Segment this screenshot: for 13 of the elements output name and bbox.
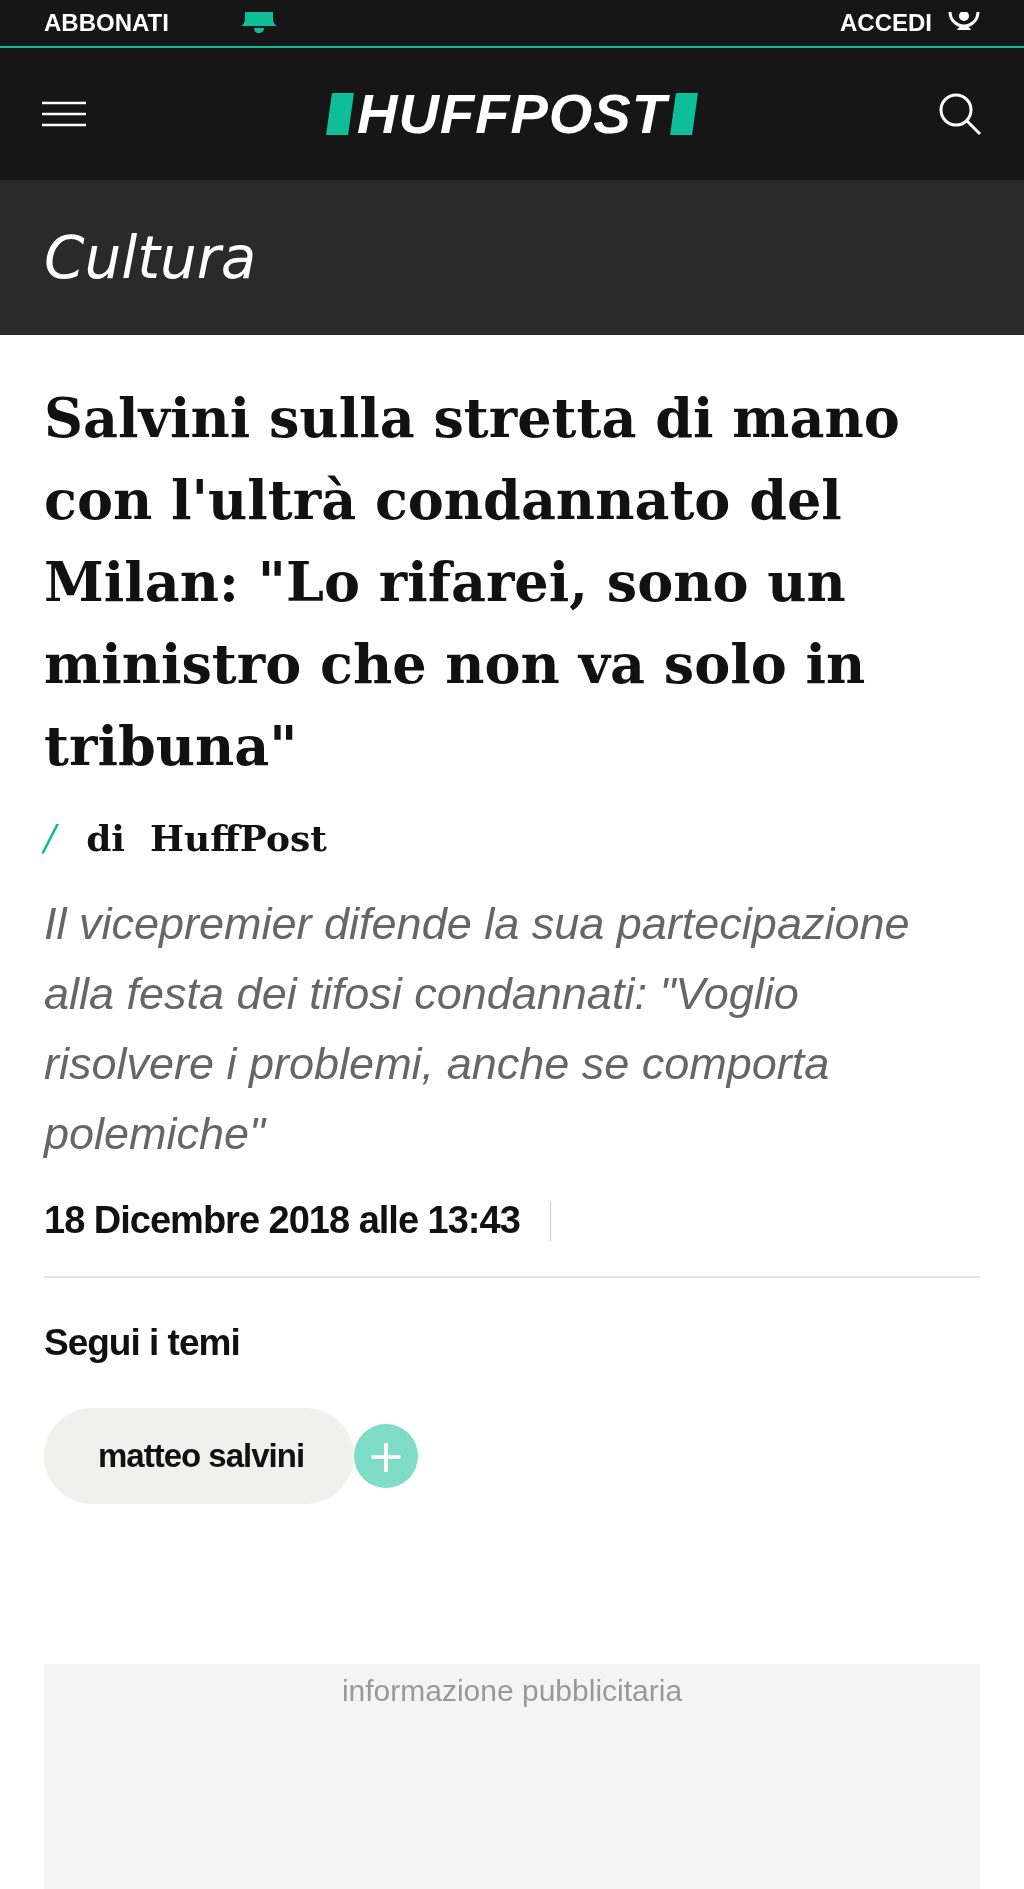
topics-heading: Segui i temi bbox=[44, 1322, 241, 1364]
search-icon[interactable] bbox=[938, 92, 982, 136]
publish-date: 18 Dicembre 2018 alle 13:43 bbox=[44, 1199, 520, 1242]
login-link[interactable]: ACCEDI bbox=[840, 9, 932, 37]
subtitle: Il vicepremier difende la sua partecipazione alla festa dei tifosi condannati: "Voglio risolvere i problemi, anche se comporta polemiche" bbox=[44, 897, 911, 1161]
topic-tag[interactable]: matteo salvini bbox=[44, 1408, 355, 1504]
menu-icon[interactable] bbox=[42, 101, 86, 127]
section-title[interactable]: Cultura bbox=[44, 223, 257, 292]
ad-label: informazione pubblicitaria bbox=[341, 1674, 683, 1708]
subscribe-link[interactable]: ABBONATI bbox=[44, 9, 169, 37]
logo[interactable]: HUFFPOST bbox=[329, 86, 695, 142]
headline: Salvini sulla stretta di mano con l'ultrà condannato del Milan: "Lo rifarei, sono un ministro che non va solo in tribuna" bbox=[44, 385, 901, 780]
author-name: di HuffPost bbox=[86, 817, 327, 859]
